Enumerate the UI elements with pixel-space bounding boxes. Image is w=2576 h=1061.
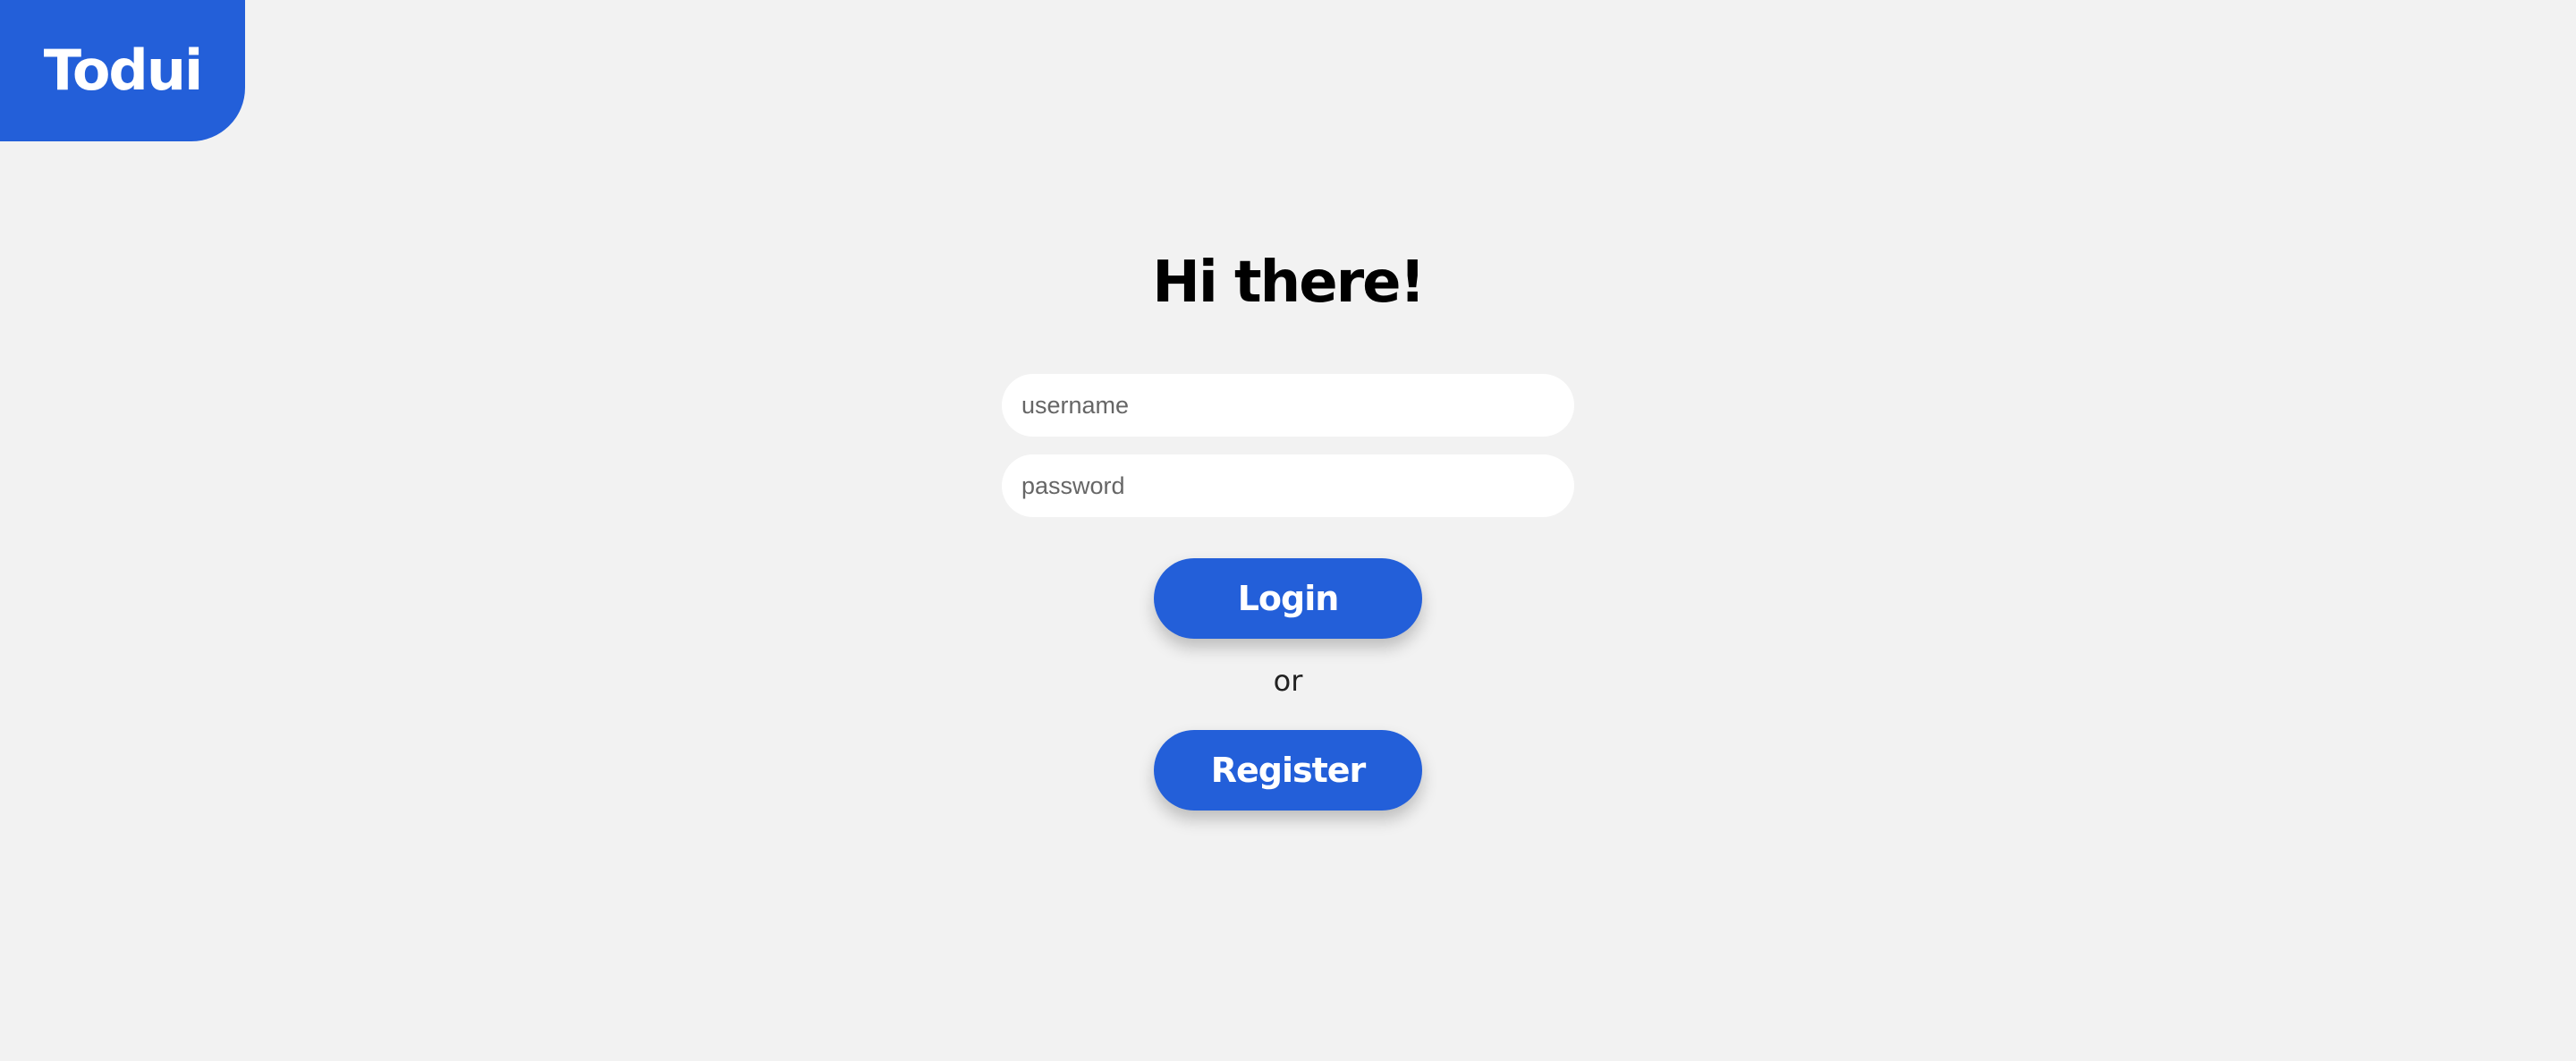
username-input[interactable]: [1020, 390, 1556, 420]
login-form: Hi there! Login or Register: [0, 0, 2576, 1061]
username-field-container: [1002, 374, 1574, 437]
or-separator: or: [1273, 664, 1303, 698]
login-button[interactable]: Login: [1154, 558, 1422, 639]
register-button[interactable]: Register: [1154, 730, 1422, 811]
password-field-container: [1002, 454, 1574, 517]
password-input[interactable]: [1020, 471, 1556, 501]
page-title: Hi there!: [1152, 250, 1426, 316]
